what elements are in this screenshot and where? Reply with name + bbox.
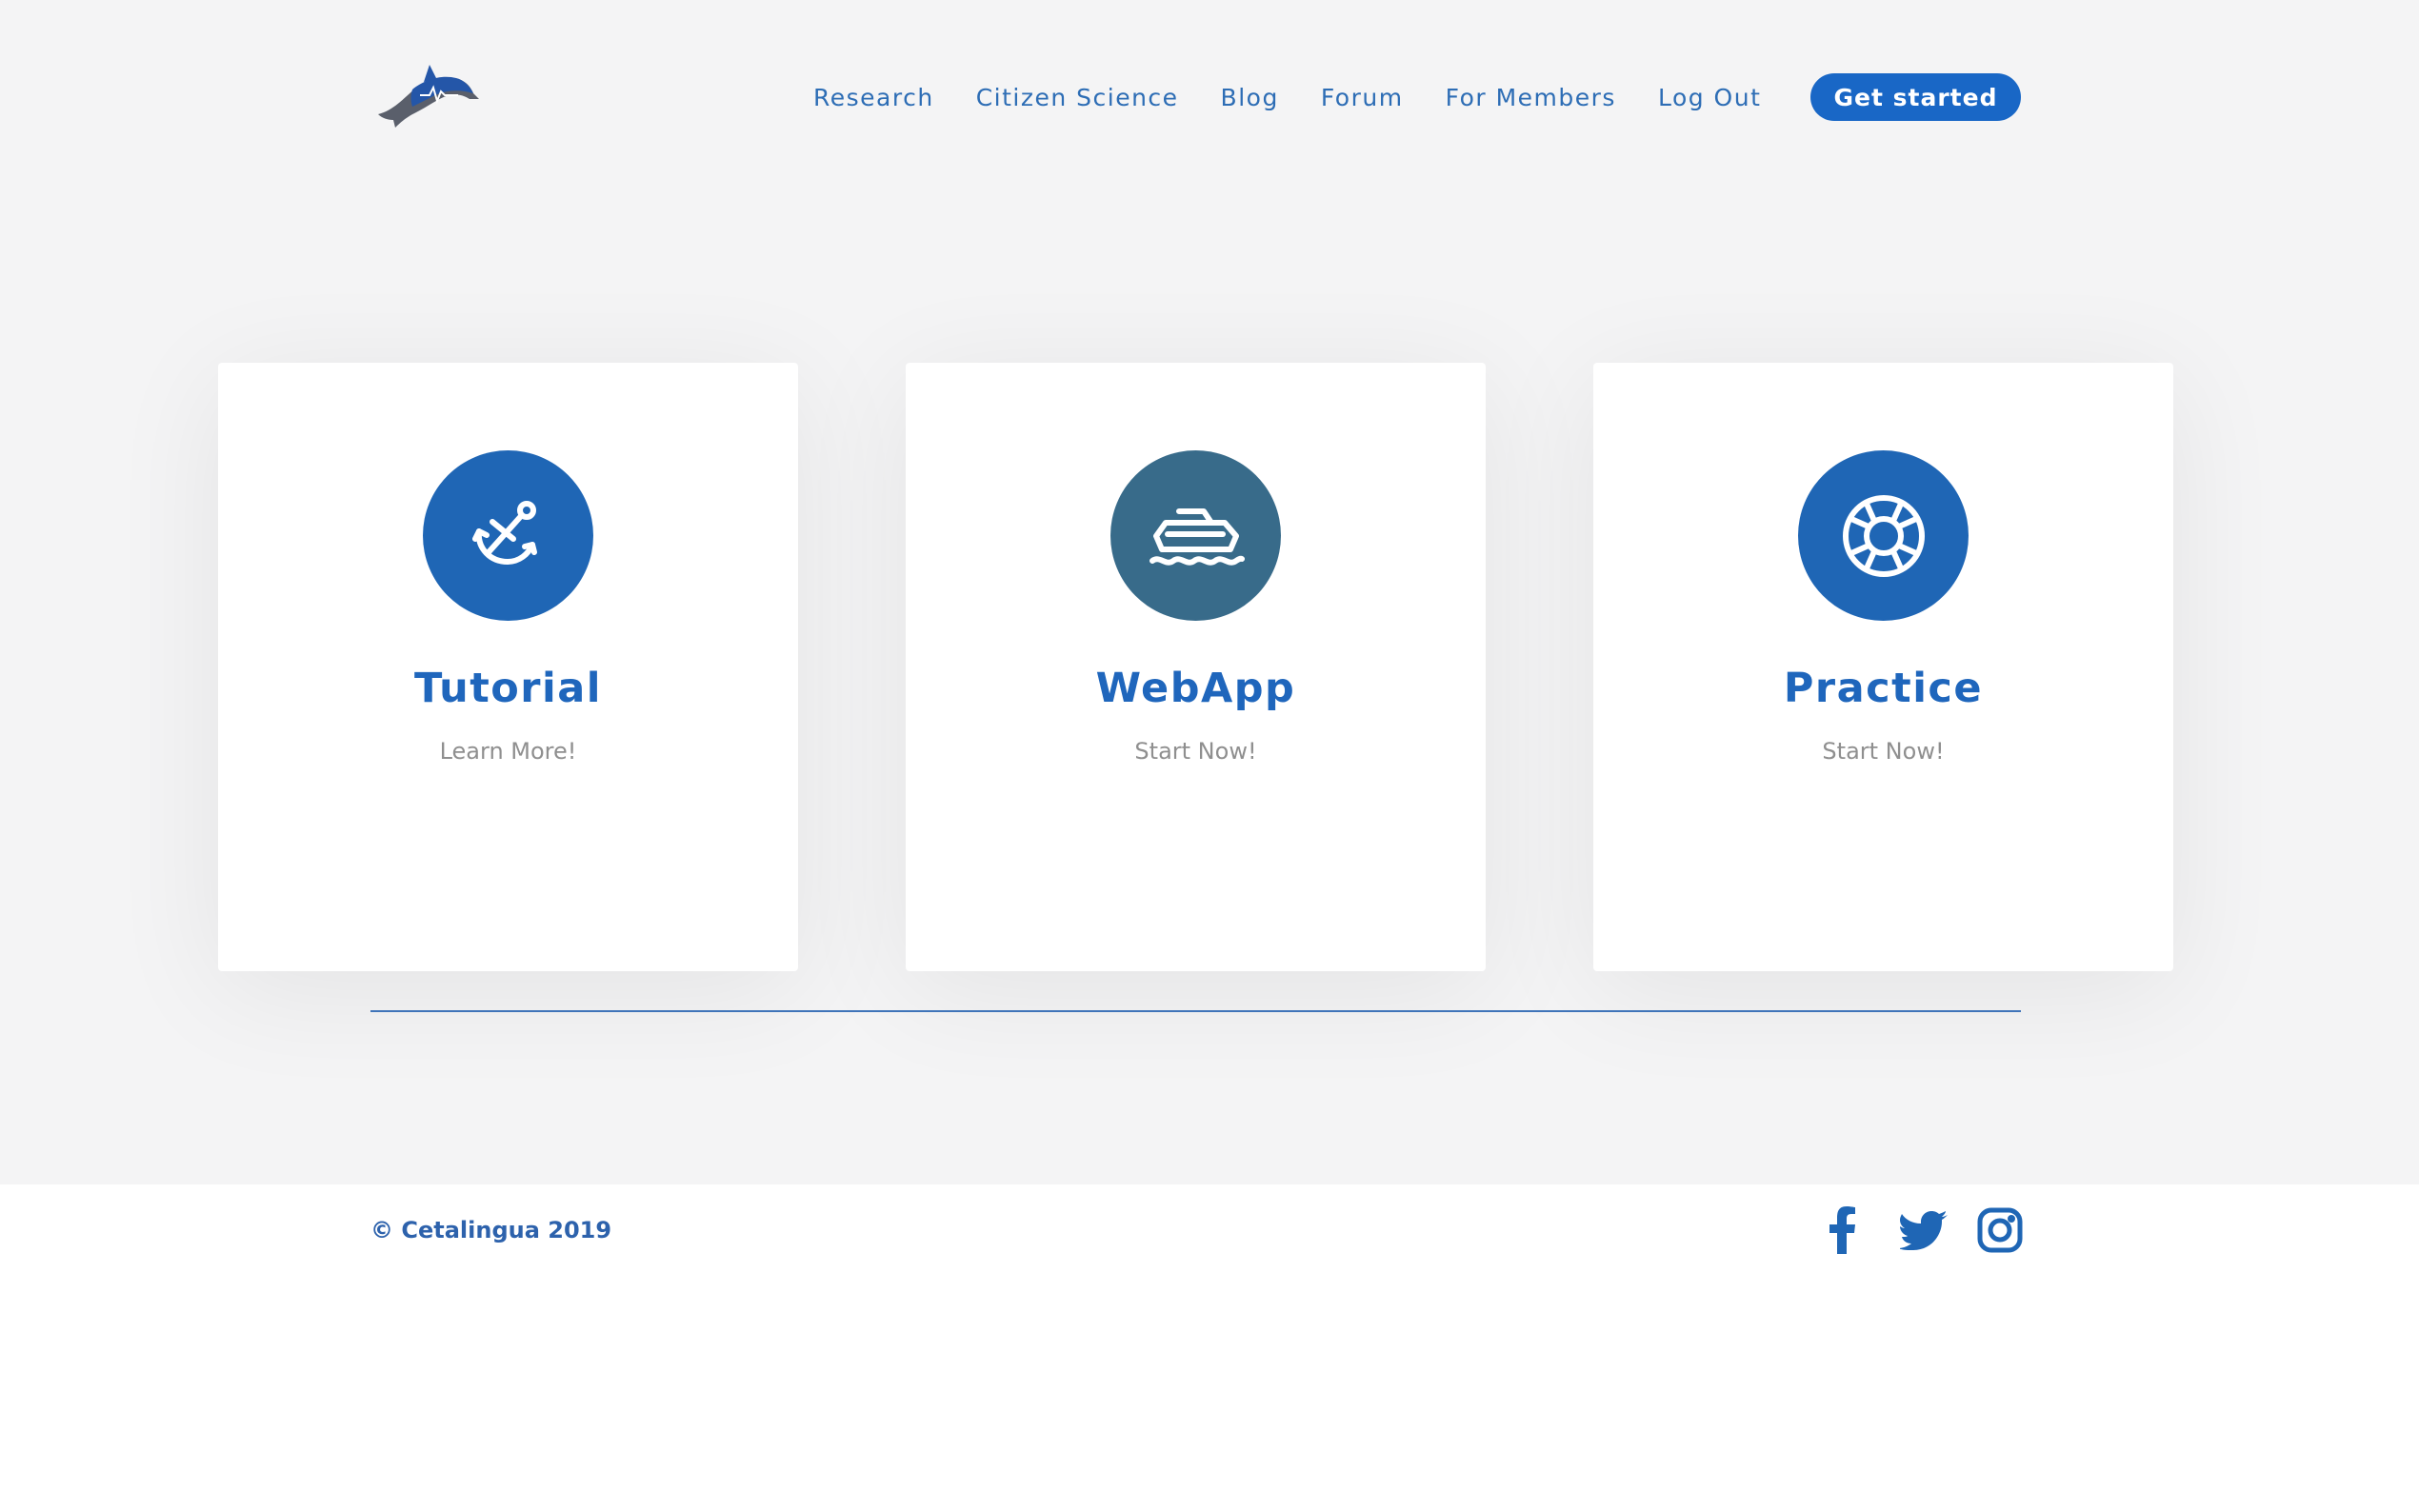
lifebuoy-icon[interactable] xyxy=(1798,450,1969,621)
nav-link-forum[interactable]: Forum xyxy=(1321,74,1404,122)
nav-link-for-members[interactable]: For Members xyxy=(1446,74,1616,122)
card-link-start-now[interactable]: Start Now! xyxy=(1593,737,2173,766)
card-title: Practice xyxy=(1783,665,1984,712)
card-tutorial[interactable]: Tutorial Learn More! xyxy=(218,363,798,971)
nav-link-citizen-science[interactable]: Citizen Science xyxy=(976,74,1179,122)
copyright-text: © Cetalingua 2019 xyxy=(370,1217,612,1243)
dolphin-logo-icon[interactable] xyxy=(374,61,481,131)
section-divider xyxy=(370,1010,2021,1012)
facebook-icon[interactable] xyxy=(1815,1204,1869,1257)
card-title: Tutorial xyxy=(413,665,603,712)
get-started-button[interactable]: Get started xyxy=(1810,73,2021,121)
main-area: Research Citizen Science Blog Forum For … xyxy=(0,0,2419,1184)
nav-link-log-out[interactable]: Log Out xyxy=(1658,74,1761,122)
anchor-icon[interactable] xyxy=(423,450,593,621)
boat-icon[interactable] xyxy=(1110,450,1281,621)
instagram-icon[interactable] xyxy=(1973,1204,2027,1257)
main-nav: Research Citizen Science Blog Forum For … xyxy=(813,74,1803,122)
page: Research Citizen Science Blog Forum For … xyxy=(0,0,2419,1512)
card-webapp[interactable]: WebApp Start Now! xyxy=(906,363,1486,971)
twitter-icon[interactable] xyxy=(1897,1204,1950,1257)
card-title: WebApp xyxy=(1095,665,1296,712)
card-link-learn-more[interactable]: Learn More! xyxy=(218,737,798,766)
card-practice[interactable]: Practice Start Now! xyxy=(1593,363,2173,971)
nav-link-blog[interactable]: Blog xyxy=(1221,74,1279,122)
card-link-start-now[interactable]: Start Now! xyxy=(906,737,1486,766)
nav-link-research[interactable]: Research xyxy=(813,74,934,122)
